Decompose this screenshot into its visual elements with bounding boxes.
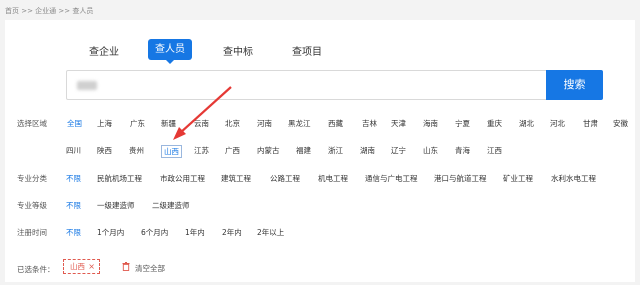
time-option[interactable]: 6个月内 (141, 227, 168, 238)
major-option[interactable]: 市政公用工程 (160, 173, 205, 184)
tab-personnel[interactable]: 查人员 (148, 39, 192, 64)
major-option[interactable]: 机电工程 (318, 173, 348, 184)
time-option[interactable]: 2年以上 (257, 227, 284, 238)
region-option[interactable]: 山东 (423, 145, 438, 156)
close-icon[interactable]: × (88, 260, 95, 273)
level-option[interactable]: 二级建造师 (152, 200, 190, 211)
selected-label: 已选条件： (17, 265, 55, 274)
region-option[interactable]: 甘肃 (583, 118, 598, 129)
search-input[interactable] (66, 70, 548, 100)
time-label: 注册时间 (17, 228, 47, 237)
region-option[interactable]: 河北 (550, 118, 565, 129)
major-option[interactable]: 水利水电工程 (551, 173, 596, 184)
region-option[interactable]: 广东 (130, 118, 145, 129)
region-option[interactable]: 北京 (225, 118, 240, 129)
region-option[interactable]: 江西 (487, 145, 502, 156)
time-option[interactable]: 1年内 (185, 227, 205, 238)
region-option[interactable]: 新疆 (161, 118, 176, 129)
time-option[interactable]: 1个月内 (97, 227, 124, 238)
region-option[interactable]: 河南 (257, 118, 272, 129)
region-option[interactable]: 青海 (455, 145, 470, 156)
tab-company[interactable]: 查企业 (89, 43, 119, 58)
region-option[interactable]: 湖南 (360, 145, 375, 156)
region-option[interactable]: 陕西 (97, 145, 112, 156)
region-option[interactable]: 重庆 (487, 118, 502, 129)
clear-all-link[interactable]: 清空全部 (135, 263, 165, 274)
time-option[interactable]: 2年内 (222, 227, 242, 238)
level-option[interactable]: 不限 (66, 200, 81, 211)
major-option[interactable]: 民航机场工程 (97, 173, 142, 184)
region-option[interactable]: 内蒙古 (257, 145, 280, 156)
region-option[interactable]: 全国 (67, 118, 82, 129)
selected-tag[interactable]: 山西 × (63, 259, 100, 274)
major-option[interactable]: 公路工程 (270, 173, 300, 184)
region-option[interactable]: 黑龙江 (288, 118, 311, 129)
region-option[interactable]: 贵州 (129, 145, 144, 156)
region-option[interactable]: 四川 (66, 145, 81, 156)
major-option[interactable]: 不限 (66, 173, 81, 184)
region-option[interactable]: 安徽 (613, 118, 628, 129)
level-option[interactable]: 一级建造师 (97, 200, 135, 211)
region-option[interactable]: 海南 (423, 118, 438, 129)
region-option[interactable]: 天津 (391, 118, 406, 129)
region-option[interactable]: 西藏 (328, 118, 343, 129)
tab-project[interactable]: 查项目 (292, 43, 322, 58)
level-label: 专业等级 (17, 201, 47, 210)
region-option[interactable]: 辽宁 (391, 145, 406, 156)
major-option[interactable]: 矿业工程 (503, 173, 533, 184)
trash-icon[interactable] (122, 262, 130, 271)
major-label: 专业分类 (17, 174, 47, 183)
region-option[interactable]: 山西 (161, 145, 182, 158)
region-option[interactable]: 云南 (194, 118, 209, 129)
region-option[interactable]: 吉林 (362, 118, 377, 129)
region-label: 选择区域 (17, 119, 47, 128)
region-option[interactable]: 广西 (225, 145, 240, 156)
region-option[interactable]: 宁夏 (455, 118, 470, 129)
tab-bid[interactable]: 查中标 (223, 43, 253, 58)
major-option[interactable]: 通信与广电工程 (365, 173, 418, 184)
region-option[interactable]: 福建 (296, 145, 311, 156)
region-option[interactable]: 江苏 (194, 145, 209, 156)
selected-tag-text: 山西 (70, 262, 85, 271)
blurred-query (77, 81, 97, 90)
search-button[interactable]: 搜索 (546, 70, 603, 100)
breadcrumb: 首页 >> 企业通 >> 查人员 (5, 7, 94, 15)
region-option[interactable]: 上海 (97, 118, 112, 129)
major-option[interactable]: 建筑工程 (221, 173, 251, 184)
region-option[interactable]: 湖北 (519, 118, 534, 129)
region-option[interactable]: 浙江 (328, 145, 343, 156)
time-option[interactable]: 不限 (66, 227, 81, 238)
major-option[interactable]: 港口与航道工程 (434, 173, 487, 184)
